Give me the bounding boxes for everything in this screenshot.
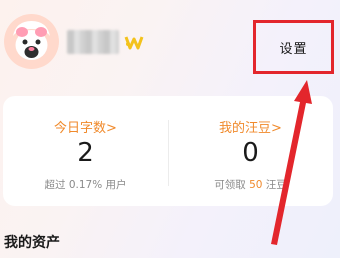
settings-button[interactable]: 设置	[253, 20, 334, 74]
avatar[interactable]	[4, 14, 59, 69]
wangdou-title-label: 我的汪豆	[219, 121, 272, 136]
stats-card: 今日字数> 2 超过 0.17% 用户 我的汪豆> 0 可领取 50 汪豆	[3, 96, 333, 206]
today-words-title[interactable]: 今日字数>	[3, 117, 168, 136]
chevron-right-icon: >	[106, 121, 117, 136]
wangdou-stat[interactable]: 我的汪豆> 0 可领取 50 汪豆	[168, 96, 333, 206]
chevron-right-icon: >	[271, 121, 282, 136]
today-words-sub-percent: 0.17%	[68, 179, 103, 191]
wangdou-subtext: 可领取 50 汪豆	[168, 177, 333, 192]
today-words-subtext: 超过 0.17% 用户	[3, 177, 168, 192]
vip-badge-icon	[124, 36, 144, 50]
today-words-title-label: 今日字数	[54, 121, 107, 136]
my-assets-title: 我的资产	[4, 235, 60, 251]
wangdou-sub-suffix: 汪豆	[262, 179, 287, 191]
profile-header: 设置	[0, 0, 340, 92]
avatar-icon	[4, 14, 59, 69]
today-words-sub-suffix: 用户	[102, 179, 127, 191]
username-blurred	[67, 30, 119, 54]
wangdou-sub-amount: 50	[249, 179, 263, 191]
today-words-stat[interactable]: 今日字数> 2 超过 0.17% 用户	[3, 96, 168, 206]
wangdou-title[interactable]: 我的汪豆>	[168, 117, 333, 136]
today-words-sub-prefix: 超过	[44, 179, 69, 191]
today-words-value: 2	[77, 138, 94, 168]
wangdou-value: 0	[242, 138, 259, 168]
wangdou-sub-prefix: 可领取	[214, 179, 250, 191]
